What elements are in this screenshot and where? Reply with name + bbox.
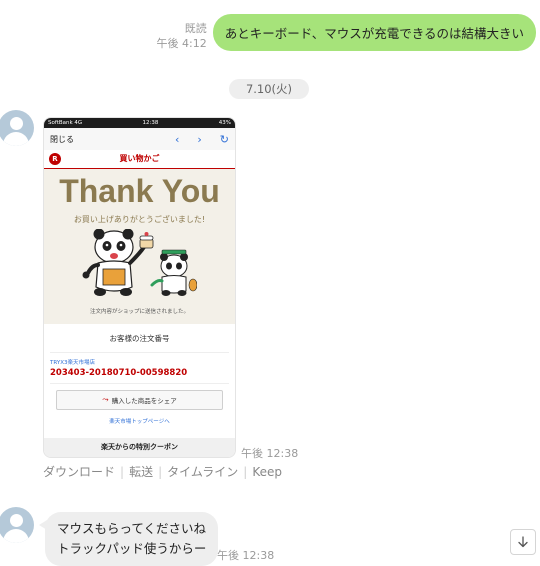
in-app-browser-bar: 閉じる ‹ › ↻ <box>44 128 235 150</box>
contact-avatar[interactable] <box>0 110 34 146</box>
thank-you-banner: Thank You お買い上げありがとうございました! 注文内容がショップに送信… <box>44 169 235 324</box>
shop-name-link: TRYX3楽天市場店 <box>50 360 95 366</box>
cart-header: R 買い物かご <box>44 150 235 169</box>
image-message-screenshot[interactable]: SoftBank 4G 12:38 43% 閉じる ‹ › ↻ R 買い物かご … <box>43 117 236 458</box>
back-arrow-icon: ‹ <box>174 132 180 146</box>
order-info-section: お客様の注文番号 TRYX3楽天市場店 203403-20180710-0059… <box>44 324 235 434</box>
sent-message-meta: 既読 午後 4:12 <box>157 21 207 51</box>
image-message-time: 午後 12:38 <box>241 447 299 460</box>
forward-link[interactable]: 転送 <box>129 463 153 480</box>
received-message-line: トラックパッド使うからー <box>57 541 207 556</box>
avatar-head-shape <box>9 514 23 527</box>
order-number-value: 203403-20180710-00598820 <box>50 368 229 384</box>
arrow-down-icon <box>518 536 528 548</box>
phone-time: 12:38 <box>142 120 159 126</box>
carrier-label: SoftBank 4G <box>48 120 83 126</box>
special-coupon-heading: 楽天からの特別クーポン <box>44 438 235 457</box>
image-action-row: ダウンロード | 転送 | タイムライン | Keep <box>43 463 282 480</box>
action-divider: | <box>158 464 163 479</box>
contact-avatar[interactable] <box>0 507 34 543</box>
thank-you-headline: Thank You <box>59 173 220 209</box>
keep-link[interactable]: Keep <box>252 465 282 479</box>
reload-icon: ↻ <box>219 132 229 146</box>
download-link[interactable]: ダウンロード <box>43 463 115 480</box>
received-message-bubble[interactable]: マウスもらってくださいね トラックパッド使うからー <box>38 512 219 566</box>
sent-message-bubble[interactable]: あとキーボード、マウスが充電できるのは結構大きい <box>212 14 536 51</box>
timeline-link[interactable]: タイムライン <box>167 463 238 480</box>
scroll-to-bottom-button[interactable] <box>510 529 536 555</box>
browser-close-label: 閉じる <box>50 134 74 144</box>
forward-arrow-icon: › <box>197 132 202 146</box>
share-purchase-button: ⤳ 購入した商品をシェア <box>56 390 223 410</box>
phone-status-bar: SoftBank 4G 12:38 43% <box>44 118 235 128</box>
avatar-body-shape <box>3 529 29 543</box>
battery-label: 43% <box>218 120 231 126</box>
received-message-line: マウスもらってくださいね <box>57 521 207 536</box>
thank-you-subtitle: お買い上げありがとうございました! <box>73 215 206 224</box>
received-message-time: 午後 12:38 <box>217 549 275 562</box>
share-purchase-label: 購入した商品をシェア <box>111 397 177 405</box>
panda-mascot-illustration <box>82 229 197 296</box>
share-icon: ⤳ <box>102 395 109 404</box>
avatar-head-shape <box>9 117 23 130</box>
sent-message-row: 既読 午後 4:12 あとキーボード、マウスが充電できるのは結構大きい <box>157 14 536 51</box>
read-receipt: 既読 <box>184 22 207 35</box>
order-number-heading: お客様の注文番号 <box>50 324 229 353</box>
avatar-body-shape <box>3 132 29 146</box>
cart-title: 買い物かご <box>119 154 160 163</box>
action-divider: | <box>120 464 125 479</box>
browser-nav: ‹ › ↻ <box>175 133 229 146</box>
rakuten-top-link: 楽天市場トップページへ <box>109 419 170 425</box>
sent-message-time: 午後 4:12 <box>156 37 207 50</box>
date-separator: 7.10(火) <box>229 79 309 99</box>
action-divider: | <box>243 464 248 479</box>
order-sent-note: 注文内容がショップに送信されました。 <box>89 309 189 315</box>
